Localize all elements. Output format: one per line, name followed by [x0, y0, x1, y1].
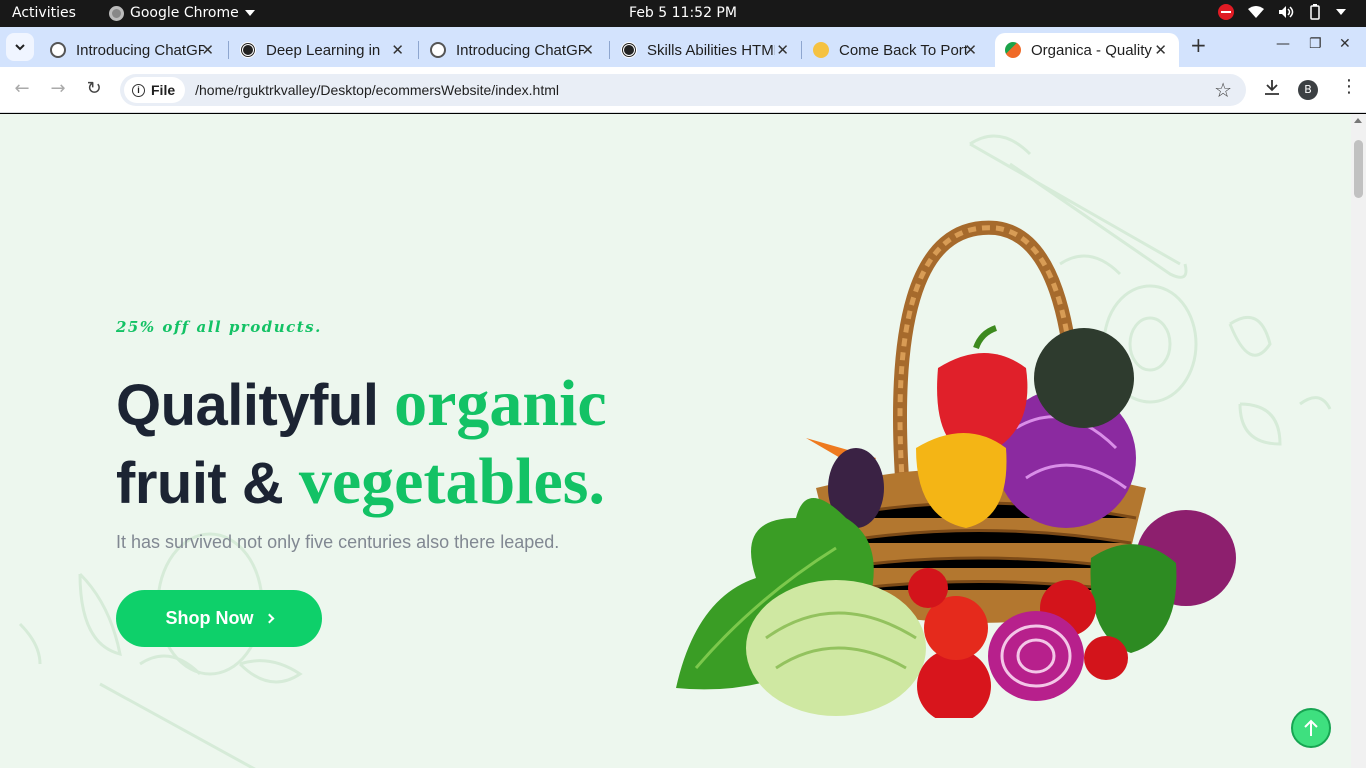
chevron-down-icon [15, 43, 25, 50]
tab-separator [801, 41, 802, 59]
organica-icon [1005, 42, 1021, 58]
page-viewport: 25% off all products. Qualityful organic… [0, 114, 1366, 768]
new-tab-icon[interactable]: + [1190, 33, 1207, 57]
scrollbar-thumb[interactable] [1354, 140, 1363, 198]
restore-icon[interactable]: ❐ [1309, 36, 1322, 52]
app-menu[interactable]: Google Chrome [109, 5, 255, 21]
tab-title: Come Back To Portfolio [839, 41, 967, 59]
tab-separator [418, 41, 419, 59]
chrome-icon [109, 5, 124, 21]
arrow-up-icon [1304, 719, 1318, 736]
activities-button[interactable]: Activities [12, 5, 76, 21]
tab-separator [609, 41, 610, 59]
openai-icon [50, 42, 66, 58]
openai-icon [621, 42, 637, 58]
tab[interactable]: Introducing ChatGPT ✕ [420, 33, 606, 67]
praying-hands-icon [813, 42, 829, 58]
close-icon[interactable]: ✕ [1154, 41, 1167, 59]
app-name: Google Chrome [130, 5, 239, 21]
chevron-right-icon [264, 613, 274, 624]
system-tray[interactable] [1218, 4, 1346, 20]
address-bar[interactable]: i File /home/rguktrkvalley/Desktop/ecomm… [120, 74, 1246, 106]
do-not-disturb-icon [1218, 4, 1234, 20]
tab[interactable]: Deep Learning in ✕ [230, 33, 416, 67]
page-scrollbar[interactable] [1351, 114, 1366, 768]
close-icon[interactable]: ✕ [581, 41, 594, 59]
scroll-to-top-button[interactable] [1291, 708, 1331, 748]
minimize-icon[interactable]: — [1276, 36, 1290, 52]
headline-dark-text: Qualityful [116, 373, 379, 438]
url-text[interactable]: /home/rguktrkvalley/Desktop/ecommersWebs… [195, 82, 559, 98]
profile-avatar[interactable]: B [1298, 80, 1318, 100]
browser-toolbar: ← → ↻ i File /home/rguktrkvalley/Desktop… [0, 67, 1366, 113]
scroll-up-arrow-icon[interactable] [1354, 118, 1362, 123]
forward-arrow-icon[interactable]: → [47, 78, 69, 99]
info-icon: i [132, 83, 145, 97]
tab-title: Deep Learning in [266, 41, 381, 59]
tab[interactable]: Come Back To Portfolio ✕ [803, 33, 989, 67]
tab-title: Skills Abilities HTML [647, 41, 775, 59]
promo-tagline: 25% off all products. [116, 318, 322, 336]
shop-now-label: Shop Now [165, 608, 254, 628]
caret-down-icon [1336, 9, 1346, 15]
download-icon[interactable] [1264, 79, 1280, 96]
site-info-label: File [151, 82, 176, 98]
tab-active[interactable]: Organica - Quality ✕ [995, 33, 1179, 67]
site-info-chip[interactable]: i File [124, 77, 186, 103]
caret-down-icon [244, 10, 255, 16]
menu-dots-icon[interactable]: ⋮ [1340, 76, 1358, 97]
back-arrow-icon[interactable]: ← [11, 78, 33, 99]
close-icon[interactable]: ✕ [391, 41, 404, 59]
openai-icon [430, 42, 446, 58]
system-top-bar: Activities Google Chrome Feb 5 11:52 PM [0, 0, 1366, 27]
battery-icon [1310, 4, 1320, 20]
headline-accent-text: vegetables. [298, 445, 605, 518]
vegetable-basket-image [676, 220, 1236, 718]
volume-icon [1279, 6, 1294, 18]
close-icon[interactable]: ✕ [201, 41, 214, 59]
tab-title: Introducing ChatGPT [76, 41, 204, 59]
bookmark-star-icon[interactable]: ☆ [1214, 78, 1232, 102]
headline-dark-text: fruit & [116, 451, 284, 516]
tab-title: Introducing ChatGPT [456, 41, 584, 59]
hero-subtext: It has survived not only five centuries … [116, 532, 560, 552]
close-window-icon[interactable]: ✕ [1339, 36, 1351, 52]
close-icon[interactable]: ✕ [776, 41, 789, 59]
hero-headline: Qualityful organic fruit & vegetables. [116, 366, 607, 522]
tab-title: Organica - Quality [1031, 41, 1152, 59]
shop-now-button[interactable]: Shop Now [116, 590, 322, 647]
headline-accent-text: organic [394, 367, 607, 440]
tab-separator [228, 41, 229, 59]
tab-strip: Introducing ChatGPT ✕ Deep Learning in ✕… [0, 27, 1366, 67]
tab[interactable]: Skills Abilities HTML ✕ [611, 33, 801, 67]
close-icon[interactable]: ✕ [964, 41, 977, 59]
deep-learning-icon [240, 42, 256, 58]
tab[interactable]: Introducing ChatGPT ✕ [40, 33, 226, 67]
reload-icon[interactable]: ↻ [83, 78, 105, 99]
tab-search-button[interactable] [6, 33, 34, 61]
wifi-icon [1248, 6, 1264, 18]
